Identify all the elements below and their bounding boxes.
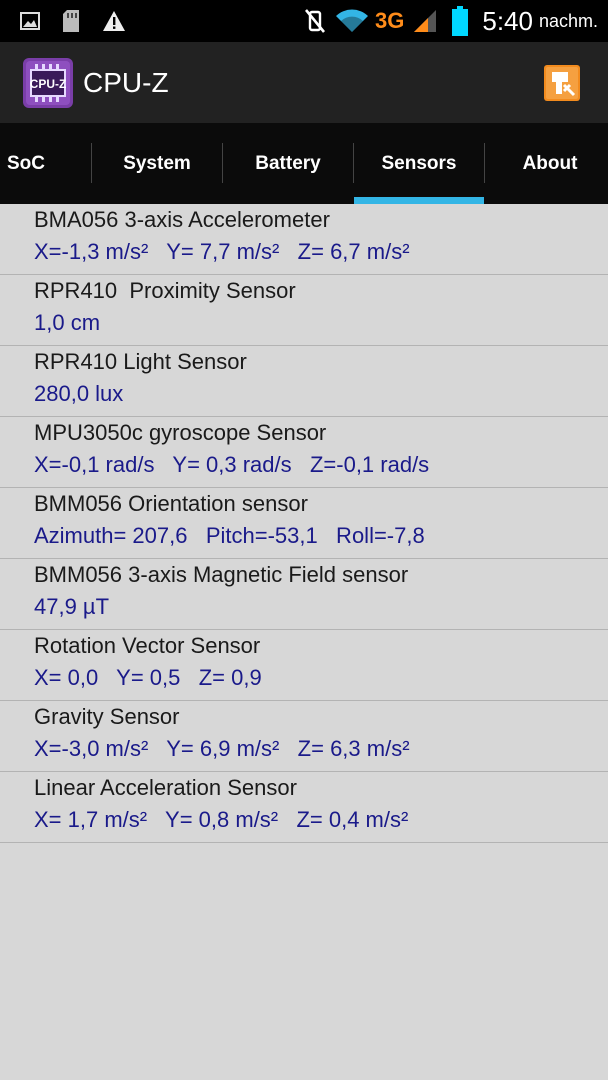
clock-suffix: nachm. xyxy=(538,10,598,31)
sensor-name: MPU3050c gyroscope Sensor xyxy=(34,420,327,445)
list-item: RPR410 Light Sensor 280,0 lux xyxy=(0,346,608,417)
tab-about[interactable]: About xyxy=(485,123,608,204)
list-item: Linear Acceleration Sensor X= 1,7 m/s² Y… xyxy=(0,772,608,843)
sensor-value: 280,0 lux xyxy=(34,381,124,406)
svg-text:CPU-Z: CPU-Z xyxy=(30,77,67,91)
sensor-value: X= 0,0 Y= 0,5 Z= 0,9 xyxy=(34,665,262,690)
sensor-value: Azimuth= 207,6 Pitch=-53,1 Roll=-7,8 xyxy=(34,523,425,548)
battery-icon xyxy=(452,6,469,36)
sensor-value: X=-3,0 m/s² Y= 6,9 m/s² Z= 6,3 m/s² xyxy=(34,736,410,761)
sensor-value: X=-1,3 m/s² Y= 7,7 m/s² Z= 6,7 m/s² xyxy=(34,239,410,264)
sensor-name: Linear Acceleration Sensor xyxy=(34,775,297,800)
tab-bar: SoC System Battery Sensors About xyxy=(0,123,608,204)
app-bar: CPU-Z CPU-Z xyxy=(0,42,608,123)
active-tab-indicator xyxy=(354,197,484,204)
wifi-icon xyxy=(335,8,369,34)
list-item: Gravity Sensor X=-3,0 m/s² Y= 6,9 m/s² Z… xyxy=(0,701,608,772)
sensor-value: 47,9 µT xyxy=(34,594,110,619)
list-item: BMM056 3-axis Magnetic Field sensor 47,9… xyxy=(0,559,608,630)
clock: 5:40 xyxy=(482,5,533,36)
image-icon xyxy=(20,12,40,30)
mute-icon xyxy=(303,8,327,34)
cpu-z-logo-icon: CPU-Z xyxy=(23,57,73,108)
list-item: Rotation Vector Sensor X= 0,0 Y= 0,5 Z= … xyxy=(0,630,608,701)
list-item: BMA056 3-axis Accelerometer X=-1,3 m/s² … xyxy=(0,204,608,275)
sensor-name: BMM056 Orientation sensor xyxy=(34,491,308,516)
app-title: CPU-Z xyxy=(83,66,169,98)
sd-card-icon xyxy=(62,9,80,33)
sensor-value: X= 1,7 m/s² Y= 0,8 m/s² Z= 0,4 m/s² xyxy=(34,807,409,832)
sensor-name: BMM056 3-axis Magnetic Field sensor xyxy=(34,562,409,587)
sensor-value: X=-0,1 rad/s Y= 0,3 rad/s Z=-0,1 rad/s xyxy=(34,452,430,477)
list-item: MPU3050c gyroscope Sensor X=-0,1 rad/s Y… xyxy=(0,417,608,488)
status-bar: 3G 5:40 nachm. xyxy=(0,0,608,42)
list-item: BMM056 Orientation sensor Azimuth= 207,6… xyxy=(0,488,608,559)
list-item: RPR410 Proximity Sensor 1,0 cm xyxy=(0,275,608,346)
warning-icon xyxy=(102,10,126,32)
tab-battery[interactable]: Battery xyxy=(223,123,353,204)
network-type-label: 3G xyxy=(375,8,405,33)
settings-action-icon[interactable] xyxy=(544,65,580,101)
sensor-name: RPR410 Light Sensor xyxy=(34,349,247,374)
tab-sensors[interactable]: Sensors xyxy=(354,123,484,204)
sensor-list[interactable]: BMA056 3-axis Accelerometer X=-1,3 m/s² … xyxy=(0,204,608,843)
signal-icon xyxy=(412,8,438,34)
tab-system[interactable]: System xyxy=(92,123,222,204)
tab-soc[interactable]: SoC xyxy=(0,123,62,204)
sensor-name: RPR410 Proximity Sensor xyxy=(34,278,296,303)
sensor-name: Gravity Sensor xyxy=(34,704,180,729)
sensor-name: BMA056 3-axis Accelerometer xyxy=(34,207,330,232)
sensor-value: 1,0 cm xyxy=(34,310,101,335)
sensor-name: Rotation Vector Sensor xyxy=(34,633,261,658)
